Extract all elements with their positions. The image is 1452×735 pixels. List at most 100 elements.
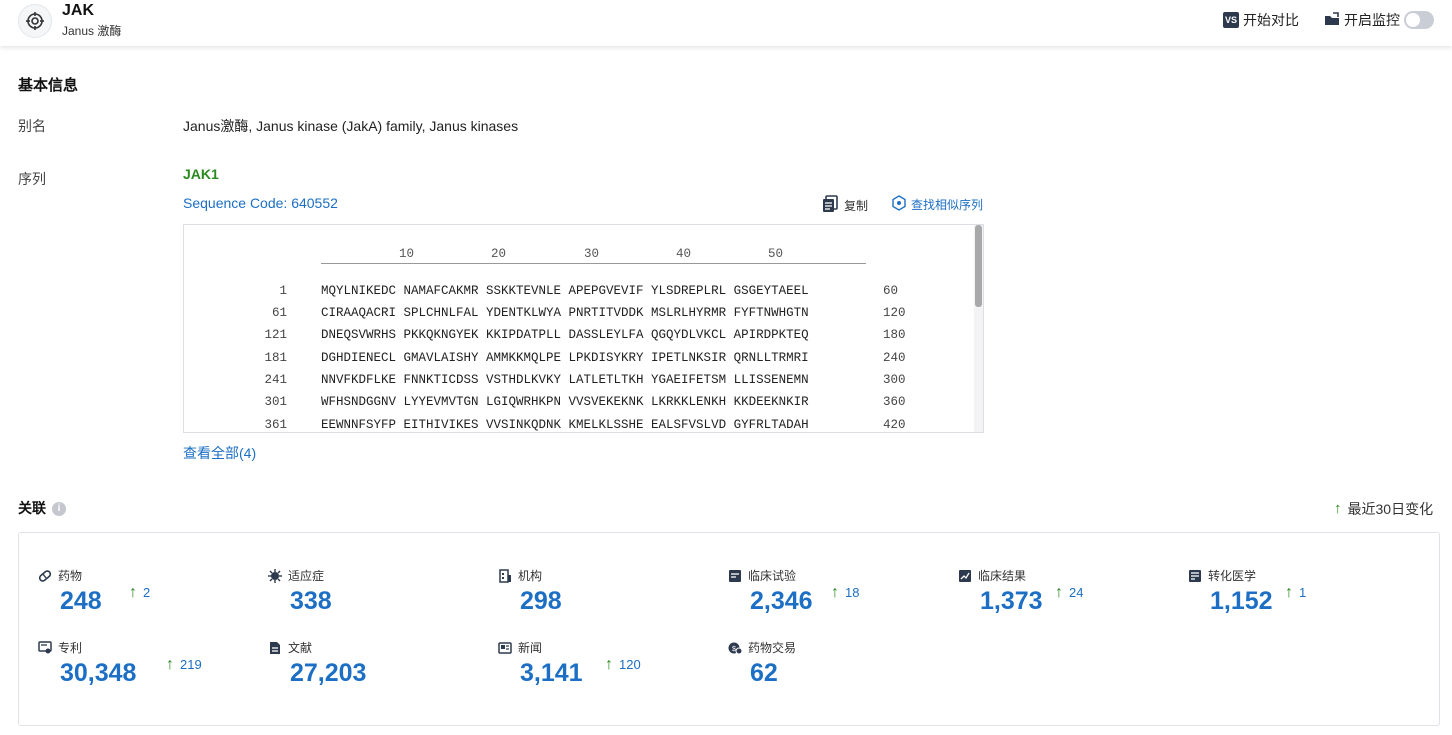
stat-delta-value: 2 (143, 585, 151, 600)
vs-icon: VS (1223, 12, 1239, 28)
stat-literature[interactable]: 文献 27,203 (268, 639, 478, 699)
stat-delta-value: 120 (619, 657, 641, 672)
up-arrow-icon: ↑ (1055, 584, 1063, 601)
stat-delta: ↑ 24 (1055, 585, 1083, 601)
row-start: 301 (264, 395, 287, 409)
sequence-row: 361 EEWNNFSYFP EITHIVIKES VVSINKQDNK KME… (184, 418, 964, 432)
copy-icon (822, 195, 838, 216)
page-title: JAK (62, 2, 95, 19)
stat-label-text: 专利 (58, 641, 83, 655)
stat-value: 248 (60, 587, 102, 615)
stat-news[interactable]: 新闻 3,141 ↑ 120 (498, 639, 708, 699)
row-sequence: DGHDIENECL GMAVLAISHY AMMKKMQLPE LPKDISY… (321, 351, 809, 365)
row-sequence: DNEQSVWRHS PKKQKNGYEK KKIPDATPLL DASSLEY… (321, 328, 809, 342)
similar-sequence-icon (891, 195, 907, 214)
top-header: JAK Janus 激酶 VS 开始对比 开启监控 (0, 0, 1452, 46)
sequence-row: 181 DGHDIENECL GMAVLAISHY AMMKKMQLPE LPK… (184, 351, 964, 369)
stat-delta: ↑ 2 (129, 585, 150, 601)
row-end: 420 (883, 418, 906, 432)
row-end: 240 (883, 351, 906, 365)
stat-label-text: 适应症 (288, 569, 325, 583)
stat-drug-deals[interactable]: $ 药物交易 62 (728, 639, 938, 699)
row-start: 1 (279, 284, 287, 298)
stat-delta: ↑ 120 (605, 657, 641, 673)
find-similar-button[interactable]: 查找相似序列 (891, 195, 983, 214)
sequence-scrollbar[interactable] (974, 225, 983, 432)
sequence-name: JAK1 (183, 166, 219, 182)
stat-clinical-results[interactable]: 临床结果 1,373 ↑ 24 (958, 567, 1168, 627)
monitor-toggle[interactable] (1404, 11, 1434, 29)
stat-value: 27,203 (290, 659, 367, 687)
alias-value: Janus激酶, Janus kinase (JakA) family, Jan… (183, 118, 519, 134)
sequence-row: 301 WFHSNDGGNV LYYEVMVTGN LGIQWRHKPN VVS… (184, 395, 964, 413)
stat-delta-value: 24 (1069, 585, 1084, 600)
compare-button[interactable]: VS 开始对比 (1223, 10, 1299, 30)
row-end: 180 (883, 328, 906, 342)
ruler-tick: 50 (768, 247, 784, 261)
sequence-code-link[interactable]: Sequence Code: 640552 (183, 195, 338, 211)
stat-value: 338 (290, 587, 332, 615)
stat-drugs[interactable]: 药物 248 ↑ 2 (38, 567, 248, 627)
stat-delta-value: 1 (1299, 585, 1307, 600)
stat-label: 机构 (498, 567, 542, 584)
monitor-control[interactable]: 开启监控 (1324, 10, 1434, 30)
stat-value: 298 (520, 587, 562, 615)
up-arrow-icon: ↑ (1334, 500, 1342, 517)
stat-indications[interactable]: 适应症 338 (268, 567, 478, 627)
sequence-row: 1 MQYLNIKEDC NAMAFCAKMR SSKKTEVNLE APEPG… (184, 284, 964, 302)
row-start: 241 (264, 373, 287, 387)
basic-info-title: 基本信息 (18, 77, 79, 94)
news-icon (498, 641, 512, 655)
stat-label-text: 文献 (288, 641, 313, 655)
sequence-label: 序列 (18, 171, 46, 187)
svg-text:$: $ (732, 646, 736, 653)
view-all-link[interactable]: 查看全部(4) (183, 443, 256, 463)
stat-label: 适应症 (268, 567, 324, 584)
alias-label: 别名 (18, 118, 46, 134)
ruler-tick: 10 (399, 247, 415, 261)
row-end: 300 (883, 373, 906, 387)
monitor-label: 开启监控 (1344, 12, 1400, 28)
copy-button[interactable]: 复制 (822, 195, 868, 216)
stat-value: 2,346 (750, 587, 813, 615)
sequence-row: 61 CIRAAQACRI SPLCHNLFAL YDENTKLWYA PNRT… (184, 306, 964, 324)
page-subtitle: Janus 激酶 (62, 24, 122, 38)
stat-label-text: 转化医学 (1208, 569, 1257, 583)
patent-icon (38, 640, 52, 655)
stat-organizations[interactable]: 机构 298 (498, 567, 708, 627)
copy-label: 复制 (844, 199, 869, 213)
sequence-row: 241 NNVFKDFLKE FNNKTICDSS VSTHDLKVKY LAT… (184, 373, 964, 391)
translational-icon (1188, 569, 1202, 583)
ruler-tick: 40 (676, 247, 692, 261)
stat-label: 临床试验 (728, 567, 796, 584)
stat-label: 药物 (38, 567, 82, 584)
stat-translational[interactable]: 转化医学 1,152 ↑ 1 (1188, 567, 1398, 627)
ruler-tick: 20 (491, 247, 507, 261)
find-similar-label: 查找相似序列 (911, 198, 984, 212)
row-end: 60 (883, 284, 899, 298)
stat-value: 30,348 (60, 659, 137, 687)
up-arrow-icon: ↑ (831, 584, 839, 601)
row-sequence: WFHSNDGGNV LYYEVMVTGN LGIQWRHKPN VVSVEKE… (321, 395, 809, 409)
stat-patents[interactable]: 专利 30,348 ↑ 219 (38, 639, 248, 699)
info-icon[interactable]: i (52, 502, 66, 517)
stat-value: 62 (750, 659, 778, 687)
scrollbar-thumb[interactable] (975, 225, 982, 307)
sequence-row: 121 DNEQSVWRHS PKKQKNGYEK KKIPDATPLL DAS… (184, 328, 964, 346)
ruler-tick: 30 (584, 247, 600, 261)
row-end: 120 (883, 306, 906, 320)
row-start: 361 (264, 418, 287, 432)
stat-label-text: 药物 (58, 569, 83, 583)
related-title-text: 关联 (18, 500, 46, 516)
sequence-viewer[interactable]: 10 20 30 40 50 1 MQYLNIKEDC NAMAFCAKMR S… (183, 224, 984, 433)
clinical-trial-icon (728, 569, 742, 583)
recent-change-label: 最近30日变化 (1347, 501, 1434, 517)
stat-label: 新闻 (498, 639, 542, 656)
stat-clinical-trials[interactable]: 临床试验 2,346 ↑ 18 (728, 567, 938, 627)
up-arrow-icon: ↑ (129, 584, 137, 601)
stat-delta: ↑ 219 (166, 657, 202, 673)
stat-label-text: 药物交易 (748, 641, 797, 655)
row-start: 61 (271, 306, 287, 320)
row-sequence: EEWNNFSYFP EITHIVIKES VVSINKQDNK KMELKLS… (321, 418, 809, 432)
row-start: 181 (264, 351, 287, 365)
